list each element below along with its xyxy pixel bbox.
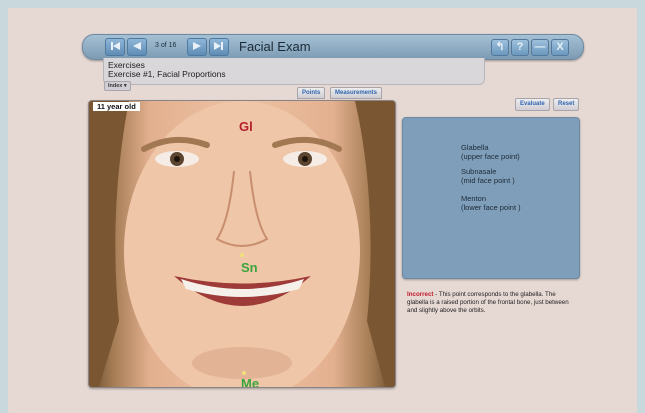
point-name: Glabella [461,143,489,152]
points-panel: Glabella (upper face point) Subnasale (m… [402,117,580,279]
point-name: Menton [461,194,487,203]
face-illustration [89,101,395,387]
evaluate-button[interactable]: Evaluate [515,98,550,111]
back-button[interactable]: ↰ [491,39,509,56]
breadcrumb-exercise: Exercise #1, Facial Proportions [108,69,226,79]
point-desc: (lower face point ) [461,203,521,212]
reset-button[interactable]: Reset [553,98,580,111]
prev-page-button[interactable] [127,38,147,56]
point-item-glabella[interactable]: Glabella (upper face point) [461,143,520,161]
page-counter: 3 of 16 [155,42,177,49]
point-item-subnasale[interactable]: Subnasale (mid face point ) [461,167,515,185]
point-label-subnasale[interactable]: Sn [241,260,258,275]
minimize-button[interactable]: — [531,39,549,56]
point-label-menton[interactable]: Me [241,376,259,387]
next-icon [193,42,201,50]
help-button[interactable]: ? [511,39,529,56]
close-button[interactable]: X [551,39,569,56]
point-name: Subnasale [461,167,497,176]
skip-back-icon [111,42,120,50]
breadcrumb: Exercises Exercise #1, Facial Proportion… [103,58,485,85]
first-page-button[interactable] [105,38,125,56]
app-title: Facial Exam [239,39,311,54]
point-desc: (mid face point ) [461,176,515,185]
index-dropdown[interactable]: Index ▾ [104,81,131,91]
title-bar: 3 of 16 Facial Exam ↰ ? — X [82,34,584,60]
feedback-message: Incorrect - This point corresponds to th… [407,291,577,315]
skip-forward-icon [214,42,223,50]
point-label-glabella[interactable]: Gl [239,119,253,134]
face-photo[interactable]: 11 year old Gl Sn Me [88,100,396,388]
tab-points[interactable]: Points [297,87,326,99]
point-desc: (upper face point) [461,152,520,161]
last-page-button[interactable] [209,38,229,56]
feedback-status: Incorrect [407,291,434,298]
point-item-menton[interactable]: Menton (lower face point ) [461,194,521,212]
tab-measurements[interactable]: Measurements [330,87,383,99]
prev-icon [133,42,141,50]
photo-age-label: 11 year old [93,102,140,111]
next-page-button[interactable] [187,38,207,56]
